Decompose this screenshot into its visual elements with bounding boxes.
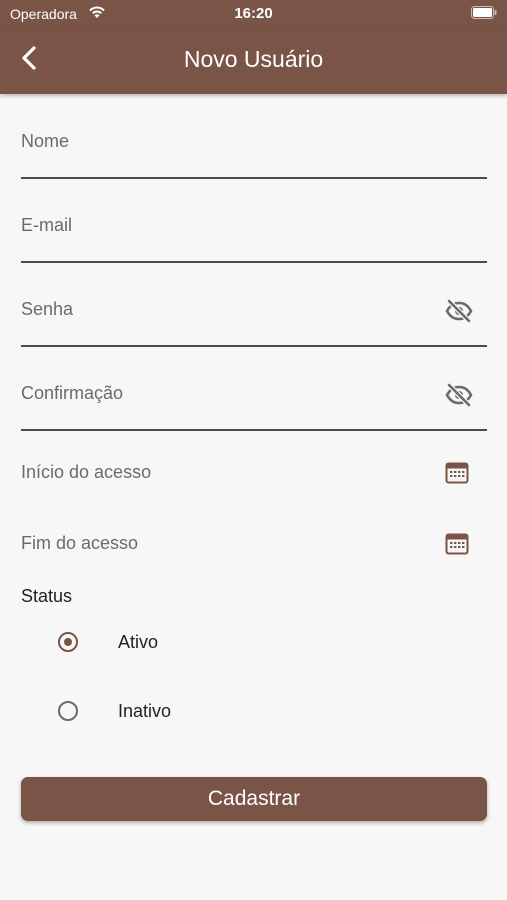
radio-active[interactable]: Ativo	[58, 626, 358, 660]
radio-inactive-label: Inativo	[118, 701, 172, 721]
confirm-field-label: Confirmação	[21, 383, 124, 403]
confirm-password-field[interactable]: Confirmação	[21, 348, 487, 432]
email-field-underline	[21, 261, 487, 263]
confirm-field-underline	[21, 429, 487, 431]
access-start-field[interactable]: Início do acesso	[21, 444, 487, 500]
radio-button-unchecked[interactable]	[58, 701, 78, 721]
password-field-underline	[21, 345, 487, 347]
app-bar: Novo Usuário	[0, 26, 507, 94]
status-label: Status	[21, 586, 73, 606]
email-field-label: E-mail	[21, 215, 73, 235]
eye-off-icon[interactable]	[445, 299, 473, 323]
access-end-label: Fim do acesso	[21, 533, 139, 553]
access-end-field[interactable]: Fim do acesso	[21, 514, 487, 570]
status-bar: Operadora 16:20	[0, 0, 507, 26]
radio-dot	[64, 638, 72, 646]
battery-icon	[471, 6, 497, 19]
password-field-label: Senha	[21, 299, 74, 319]
page-title: Novo Usuário	[183, 46, 324, 72]
radio-inactive[interactable]: Inativo	[58, 695, 358, 729]
calendar-icon[interactable]	[445, 532, 469, 556]
access-start-label: Início do acesso	[21, 462, 152, 482]
password-field[interactable]: Senha	[21, 264, 487, 348]
email-field[interactable]: E-mail	[21, 180, 487, 264]
register-button[interactable]: Cadastrar	[21, 777, 487, 821]
name-field-label: Nome	[21, 131, 70, 151]
eye-off-icon[interactable]	[445, 383, 473, 407]
name-field[interactable]: Nome	[21, 94, 487, 180]
calendar-icon[interactable]	[445, 461, 469, 485]
clock: 16:20	[234, 5, 273, 22]
radio-button-checked[interactable]	[58, 632, 78, 652]
radio-active-label: Ativo	[118, 632, 159, 652]
name-field-underline	[21, 177, 487, 179]
